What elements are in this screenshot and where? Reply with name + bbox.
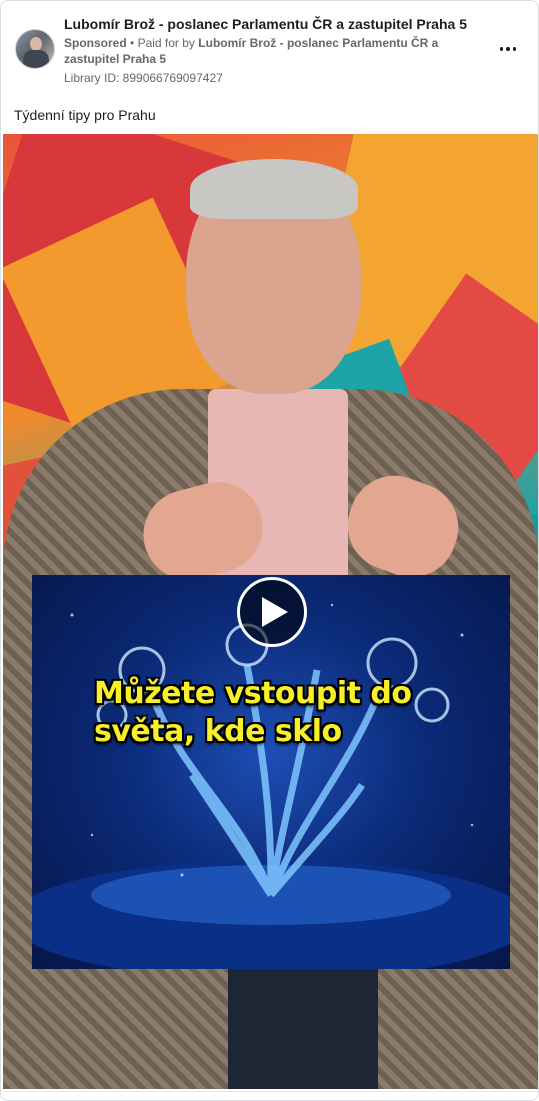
card-footer-edge xyxy=(1,1091,538,1100)
paid-for-prefix: Paid for by xyxy=(137,36,195,50)
library-id: Library ID: 899066769097427 xyxy=(64,71,223,85)
video-thumbnail[interactable]: Můžete vstoupit do světa, kde sklo xyxy=(32,575,510,969)
sponsored-info: Sponsored • Paid for by Lubomír Brož - p… xyxy=(64,35,484,67)
separator-dot: • xyxy=(130,36,135,50)
avatar-body-shape xyxy=(23,50,49,68)
sponsored-label: Sponsored xyxy=(64,36,127,50)
video-media[interactable]: Můžete vstoupit do světa, kde sklo xyxy=(3,134,538,1089)
avatar-head-shape xyxy=(30,37,42,51)
ad-card: Lubomír Brož - poslanec Parlamentu ČR a … xyxy=(0,0,539,1101)
video-caption: Můžete vstoupit do světa, kde sklo xyxy=(94,676,412,749)
presenter-hair xyxy=(190,159,358,219)
page-name-link[interactable]: Lubomír Brož - poslanec Parlamentu ČR a … xyxy=(64,16,484,33)
play-icon xyxy=(261,597,288,627)
post-text: Týdenní tipy pro Prahu xyxy=(14,107,156,123)
page-avatar[interactable] xyxy=(15,29,55,69)
play-button[interactable] xyxy=(237,577,307,647)
ad-header: Lubomír Brož - poslanec Parlamentu ČR a … xyxy=(1,1,538,97)
more-options-icon[interactable] xyxy=(495,39,521,59)
